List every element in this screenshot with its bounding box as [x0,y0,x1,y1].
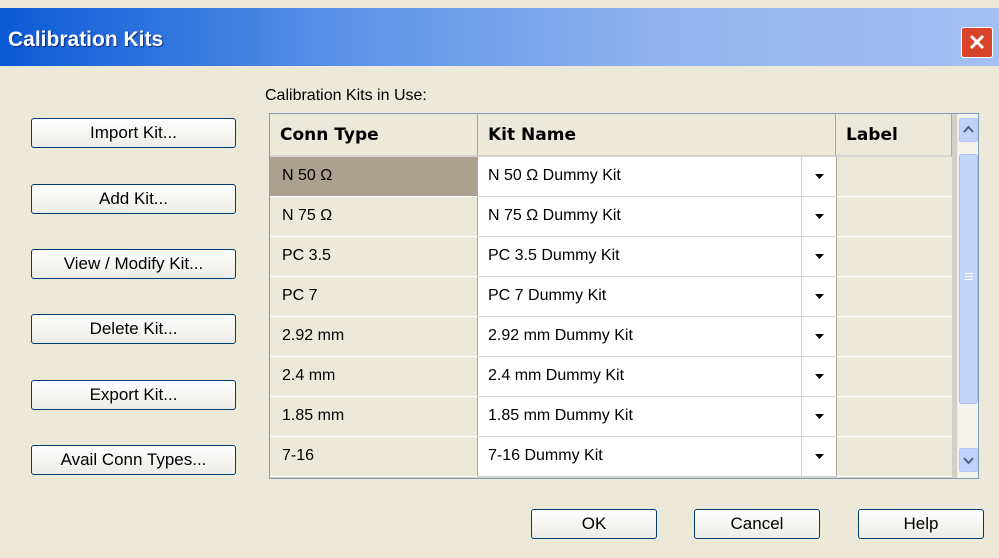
export-kit-button[interactable]: Export Kit... [31,380,236,410]
vertical-scrollbar[interactable] [957,114,978,478]
kits-table: Conn Type Kit Name Label N 50 Ω N 50 Ω D… [269,113,979,479]
kit-name-cell[interactable]: N 50 Ω Dummy Kit [478,157,836,197]
view-modify-kit-button[interactable]: View / Modify Kit... [31,249,236,279]
kit-dropdown-button[interactable] [801,437,836,477]
ok-button[interactable]: OK [531,509,657,539]
scroll-up-button[interactable] [959,118,978,142]
table-row[interactable]: 2.92 mm 2.92 mm Dummy Kit [270,317,958,357]
scroll-down-button[interactable] [959,448,978,472]
scroll-thumb[interactable] [959,154,978,404]
conn-type-cell[interactable]: 2.92 mm [270,317,478,357]
kit-dropdown-button[interactable] [801,317,836,357]
dropdown-arrow-icon [815,174,824,179]
close-button[interactable] [961,27,993,58]
label-cell[interactable] [836,357,952,397]
add-kit-button[interactable]: Add Kit... [31,184,236,214]
kit-dropdown-button[interactable] [801,157,836,197]
kit-name-cell[interactable]: 7-16 Dummy Kit [478,437,836,477]
table-row[interactable]: 2.4 mm 2.4 mm Dummy Kit [270,357,958,397]
dropdown-arrow-icon [815,454,824,459]
import-kit-button[interactable]: Import Kit... [31,118,236,148]
kit-dropdown-button[interactable] [801,397,836,437]
kit-name-cell[interactable]: N 75 Ω Dummy Kit [478,197,836,237]
window-title: Calibration Kits [8,28,164,51]
cancel-button[interactable]: Cancel [694,509,820,539]
kit-name-cell[interactable]: PC 3.5 Dummy Kit [478,237,836,277]
chevron-up-icon [963,125,974,133]
table-row[interactable]: N 75 Ω N 75 Ω Dummy Kit [270,197,958,237]
table-row[interactable]: 1.85 mm 1.85 mm Dummy Kit [270,397,958,437]
dropdown-arrow-icon [815,374,824,379]
delete-kit-button[interactable]: Delete Kit... [31,314,236,344]
kit-name-cell[interactable]: 2.4 mm Dummy Kit [478,357,836,397]
header-kit-name[interactable]: Kit Name [478,114,836,157]
dropdown-arrow-icon [815,334,824,339]
table-row[interactable]: PC 3.5 PC 3.5 Dummy Kit [270,237,958,277]
title-bar[interactable]: Calibration Kits [0,8,999,66]
label-cell[interactable] [836,277,952,317]
table-row[interactable]: 7-16 7-16 Dummy Kit [270,437,958,477]
calibration-kits-dialog: Calibration Kits Import Kit... Add Kit..… [0,0,999,558]
label-cell[interactable] [836,197,952,237]
grip-line [965,273,973,274]
conn-type-cell[interactable]: PC 3.5 [270,237,478,277]
kit-name-cell[interactable]: 1.85 mm Dummy Kit [478,397,836,437]
kit-dropdown-button[interactable] [801,197,836,237]
kit-dropdown-button[interactable] [801,237,836,277]
label-cell[interactable] [836,317,952,357]
table-row[interactable]: N 50 Ω N 50 Ω Dummy Kit [270,157,958,197]
dropdown-arrow-icon [815,254,824,259]
kits-in-use-label: Calibration Kits in Use: [265,87,427,104]
kit-name-cell[interactable]: PC 7 Dummy Kit [478,277,836,317]
label-cell[interactable] [836,437,952,477]
kit-name-cell[interactable]: 2.92 mm Dummy Kit [478,317,836,357]
conn-type-cell[interactable]: 1.85 mm [270,397,478,437]
header-conn-type[interactable]: Conn Type [270,114,478,157]
help-button[interactable]: Help [858,509,984,539]
close-icon [969,34,985,50]
conn-type-cell[interactable]: 7-16 [270,437,478,477]
label-cell[interactable] [836,157,952,197]
chevron-down-icon [963,457,974,465]
label-cell[interactable] [836,397,952,437]
header-label[interactable]: Label [836,114,952,157]
conn-type-cell[interactable]: N 75 Ω [270,197,478,237]
dropdown-arrow-icon [815,214,824,219]
kit-dropdown-button[interactable] [801,357,836,397]
label-cell[interactable] [836,237,952,277]
table-row[interactable]: PC 7 PC 7 Dummy Kit [270,277,958,317]
grip-line [965,279,973,280]
grip-line [965,276,973,277]
kit-dropdown-button[interactable] [801,277,836,317]
dropdown-arrow-icon [815,414,824,419]
dropdown-arrow-icon [815,294,824,299]
conn-type-cell[interactable]: 2.4 mm [270,357,478,397]
conn-type-cell[interactable]: N 50 Ω [270,157,478,197]
avail-conn-types-button[interactable]: Avail Conn Types... [31,445,236,475]
conn-type-cell[interactable]: PC 7 [270,277,478,317]
